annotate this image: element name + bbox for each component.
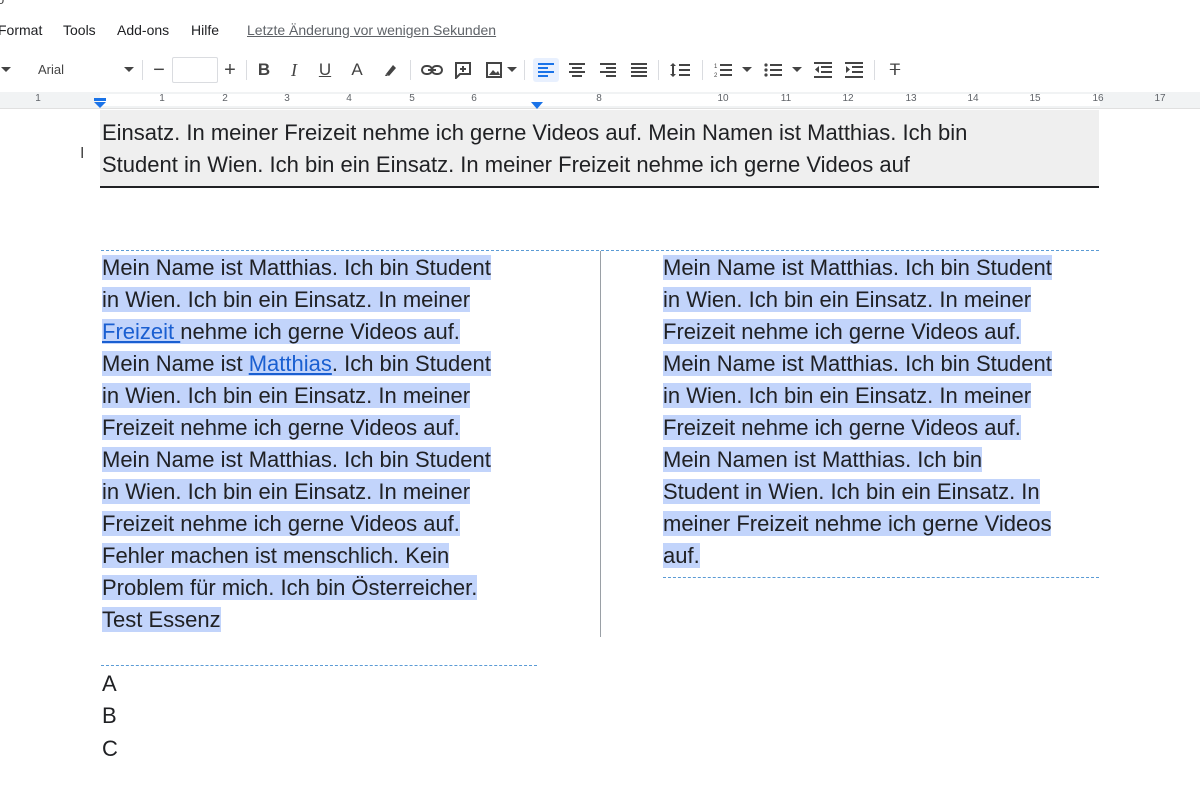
ruler-number: 4 <box>346 93 352 104</box>
text-line: in Wien. Ich bin ein Einsatz. In meiner <box>663 383 1032 408</box>
align-left-icon[interactable] <box>533 58 559 82</box>
toolbar: Arial − + B I U A 12 T <box>0 48 1200 92</box>
increase-indent-icon[interactable] <box>843 58 865 82</box>
text-fragment: . Ich bin Student <box>331 351 491 376</box>
text-line: in Wien. Ich bin ein Einsatz. In meiner <box>102 287 471 312</box>
left-column[interactable]: Mein Name ist Matthias. Ich bin Student … <box>102 252 542 636</box>
ruler-number: 15 <box>1029 93 1041 104</box>
text-line: Freizeit nehme ich gerne Videos auf. <box>663 319 1021 344</box>
ruler-number: 1 <box>35 93 41 104</box>
text-line: in Wien. Ich bin ein Einsatz. In meiner <box>102 383 471 408</box>
ruler-number: 1 <box>159 93 165 104</box>
list-item: B <box>102 703 117 728</box>
style-dropdown-arrow-icon[interactable] <box>0 58 12 82</box>
menu-hilfe[interactable]: Hilfe <box>191 22 219 38</box>
comment-icon[interactable] <box>452 58 474 82</box>
text-line: Test Essenz <box>102 607 221 632</box>
numbered-list-icon[interactable]: 12 <box>712 58 734 82</box>
menu-format[interactable]: Format <box>0 22 42 38</box>
text-line: Mein Name ist Matthias. Ich bin Student <box>663 255 1052 280</box>
svg-text:1: 1 <box>714 64 718 70</box>
ruler-number: 6 <box>471 93 477 104</box>
font-select[interactable]: Arial <box>38 62 64 77</box>
text-line: Freizeit nehme ich gerne Videos auf. <box>102 415 460 440</box>
line-spacing-icon[interactable] <box>668 58 692 82</box>
link-freizeit[interactable]: Freizeit <box>102 319 180 344</box>
text-line: in Wien. Ich bin ein Einsatz. In meiner <box>102 479 471 504</box>
align-center-icon[interactable] <box>566 58 588 82</box>
cut-off-glyph: o <box>0 0 4 7</box>
ruler-number: 12 <box>842 93 854 104</box>
column-divider <box>600 251 601 637</box>
justify-icon[interactable] <box>628 58 650 82</box>
ruler-number: 14 <box>967 93 979 104</box>
column-bottom-boundary <box>663 577 1099 578</box>
underline-button[interactable]: U <box>315 58 335 82</box>
link-matthias[interactable]: Matthias <box>249 351 332 376</box>
document-canvas[interactable]: I Einsatz. In meiner Freizeit nehme ich … <box>0 108 1200 800</box>
menu-tools[interactable]: Tools <box>63 22 96 38</box>
text-line: Fehler machen ist menschlich. Kein <box>102 543 450 568</box>
numbered-list-dropdown-icon[interactable] <box>741 58 753 82</box>
align-right-icon[interactable] <box>597 58 619 82</box>
last-edit-link[interactable]: Letzte Änderung vor wenigen Sekunden <box>247 22 496 38</box>
text-line: Student in Wien. Ich bin ein Einsatz. In <box>663 479 1040 504</box>
text-cursor-icon: I <box>80 145 85 162</box>
image-dropdown-arrow-icon[interactable] <box>506 58 518 82</box>
ruler-number: 16 <box>1092 93 1104 104</box>
toolbar-separator <box>702 60 703 80</box>
bulleted-list-icon[interactable] <box>762 58 784 82</box>
text-line: Mein Name ist Matthias. Ich bin Student <box>102 447 491 472</box>
toolbar-separator <box>524 60 525 80</box>
shaded-paragraph[interactable]: Einsatz. In meiner Freizeit nehme ich ge… <box>100 110 1099 188</box>
bulleted-list-dropdown-icon[interactable] <box>791 58 803 82</box>
decrease-font-size-button[interactable]: − <box>148 58 170 82</box>
text-line: meiner Freizeit nehme ich gerne Videos <box>663 511 1052 536</box>
list-item: C <box>102 736 118 761</box>
text-line: Problem für mich. Ich bin Österreicher. <box>102 575 478 600</box>
font-size-input[interactable] <box>172 57 218 83</box>
text-fragment: Mein Name ist <box>102 351 249 376</box>
ruler-number: 5 <box>409 93 415 104</box>
clear-formatting-icon[interactable]: T <box>884 58 906 82</box>
paragraph-line: Student in Wien. Ich bin ein Einsatz. In… <box>102 152 910 177</box>
paragraph-line: Einsatz. In meiner Freizeit nehme ich ge… <box>102 120 968 145</box>
ruler[interactable]: 1 1 2 3 4 5 6 8 10 11 12 13 14 15 16 17 <box>0 92 1200 109</box>
ruler-number: 2 <box>222 93 228 104</box>
toolbar-separator <box>142 60 143 80</box>
link-icon[interactable] <box>420 58 444 82</box>
menu-bar: o Format Tools Add-ons Hilfe Letzte Ände… <box>0 0 1200 49</box>
text-color-button[interactable]: A <box>347 58 367 82</box>
ruler-number: 8 <box>596 93 602 104</box>
text-line: Mein Name ist Matthias. Ich bin Student <box>102 255 491 280</box>
decrease-indent-icon[interactable] <box>812 58 834 82</box>
ruler-number: 10 <box>717 93 729 104</box>
toolbar-separator <box>410 60 411 80</box>
text-line: Freizeit nehme ich gerne Videos auf. <box>102 511 460 536</box>
font-dropdown-arrow-icon[interactable] <box>122 58 136 82</box>
increase-font-size-button[interactable]: + <box>219 58 241 82</box>
image-icon[interactable] <box>483 58 505 82</box>
ruler-number: 17 <box>1154 93 1166 104</box>
bold-button[interactable]: B <box>254 58 274 82</box>
text-line: nehme ich gerne Videos auf. <box>180 319 460 344</box>
list-item: A <box>102 671 117 696</box>
svg-text:2: 2 <box>714 73 718 78</box>
italic-button[interactable]: I <box>284 58 304 82</box>
section-break-line <box>101 665 537 666</box>
text-line: auf. <box>663 543 700 568</box>
highlight-icon[interactable] <box>380 58 402 82</box>
toolbar-separator <box>874 60 875 80</box>
ruler-number: 13 <box>905 93 917 104</box>
toolbar-separator <box>658 60 659 80</box>
text-line: Freizeit nehme ich gerne Videos auf. <box>663 415 1021 440</box>
ruler-number: 11 <box>780 93 792 104</box>
toolbar-separator <box>246 60 247 80</box>
text-line: Mein Namen ist Matthias. Ich bin <box>663 447 983 472</box>
text-line: in Wien. Ich bin ein Einsatz. In meiner <box>663 287 1032 312</box>
ruler-number: 3 <box>284 93 290 104</box>
menu-addons[interactable]: Add-ons <box>117 22 169 38</box>
right-column[interactable]: Mein Name ist Matthias. Ich bin Student … <box>663 252 1103 572</box>
text-line: Mein Name ist Matthias. Ich bin Student <box>663 351 1052 376</box>
